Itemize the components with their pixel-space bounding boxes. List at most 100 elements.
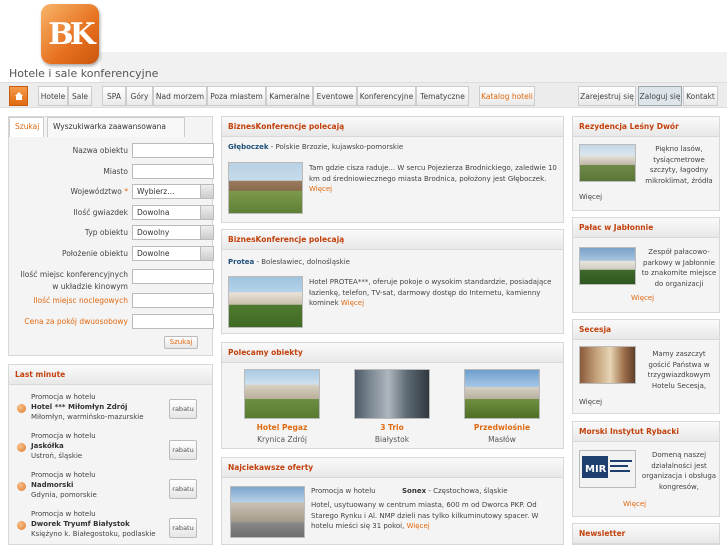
- hotel-photo[interactable]: [244, 369, 320, 419]
- box-title[interactable]: Pałac w Jabłonnie: [573, 218, 719, 238]
- featured-item[interactable]: 3 Trio Białystok: [354, 369, 430, 447]
- site-logo[interactable]: BK: [41, 4, 99, 64]
- hotel-photo[interactable]: [228, 276, 303, 328]
- featured-panel: Polecamy obiekty Hotel Pegaz Krynica Zdr…: [221, 342, 564, 449]
- box-text: Domeną naszej działalności jest organiza…: [641, 451, 717, 491]
- list-item[interactable]: Promocja w hotelu Jaskółka Ustroń, śląsk…: [9, 431, 214, 467]
- nav-kameralne[interactable]: Kameralne: [266, 86, 313, 106]
- hotel-photo[interactable]: [354, 369, 430, 419]
- city-input[interactable]: [132, 164, 214, 179]
- hotel-place: Miłomłyn, warmińsko-mazurskie: [31, 413, 144, 421]
- nav-hotele[interactable]: Hotele: [38, 86, 68, 106]
- list-item[interactable]: Promocja w hotelu Hotel *** Miłomłyn Zdr…: [9, 392, 214, 428]
- hotel-photo[interactable]: [464, 369, 540, 419]
- featured-item[interactable]: Hotel Pegaz Krynica Zdrój: [244, 369, 320, 447]
- nav-home[interactable]: [9, 86, 28, 106]
- discount-badge[interactable]: rabatu: [169, 440, 197, 460]
- box-text: Piękno lasów, tysiącmetrowe szczyty, łag…: [645, 145, 713, 185]
- more-link[interactable]: Więcej: [341, 299, 364, 307]
- nav-contact[interactable]: Kontakt: [683, 86, 718, 106]
- nav-poza-miastem[interactable]: Poza miastem: [207, 86, 266, 106]
- box-title[interactable]: Morski Instytut Rybacki: [573, 422, 719, 442]
- more-link[interactable]: Więcej: [579, 397, 602, 408]
- more-link[interactable]: Więcej: [631, 294, 654, 302]
- recommend-text: Tam gdzie cisza raduje... W sercu Pojezi…: [309, 164, 557, 193]
- row-stars: Ilość gwiazdek Dowolna: [9, 205, 219, 221]
- hotel-photo[interactable]: [230, 486, 305, 538]
- nav-nad-morzem[interactable]: Nad morzem: [153, 86, 207, 106]
- stars-value: Dowolna: [137, 208, 170, 217]
- nav-eventowe[interactable]: Eventowe: [313, 86, 357, 106]
- nav-gory[interactable]: Góry: [126, 86, 153, 106]
- more-link[interactable]: Więcej: [623, 500, 646, 508]
- tab-szukaj[interactable]: Szukaj: [9, 117, 44, 137]
- label-price: Cena za pokój dwuosobowy: [24, 317, 128, 326]
- conf-seats-input[interactable]: [132, 269, 214, 284]
- recommend-panel-1: BiznesKonferencje polecają Głęboczek - P…: [221, 116, 564, 223]
- label-type: Typ obiektu: [84, 228, 128, 237]
- label-province: Województwo *: [70, 187, 129, 196]
- hotel-photo[interactable]: [228, 162, 303, 214]
- nav-sale[interactable]: Sale: [68, 86, 92, 106]
- tab-advanced[interactable]: Wyszukiwarka zaawansowana: [47, 117, 185, 137]
- name-input[interactable]: [132, 143, 214, 158]
- discount-badge[interactable]: rabatu: [169, 399, 197, 419]
- list-item[interactable]: Promocja w hotelu Dworek Tryumf Białysto…: [9, 509, 214, 545]
- row-conf: Ilość miejsc konferencyjnych w układzie k…: [9, 266, 219, 291]
- discount-badge[interactable]: rabatu: [169, 479, 197, 499]
- offers-panel: Najciekawsze oferty Promocja w hotelu So…: [221, 457, 564, 545]
- hotel-name[interactable]: Nadmorski: [31, 480, 73, 491]
- row-type: Typ obiektu Dowolny: [9, 225, 219, 241]
- box-title[interactable]: Secesja: [573, 320, 719, 340]
- hotel-name[interactable]: Jaskółka: [31, 441, 64, 452]
- stars-select[interactable]: Dowolna: [132, 205, 214, 220]
- nav-tematyczne[interactable]: Tematyczne: [416, 86, 469, 106]
- type-select[interactable]: Dowolny: [132, 225, 214, 240]
- more-link[interactable]: Więcej: [407, 522, 430, 530]
- beds-input[interactable]: [132, 293, 214, 308]
- hotel-link[interactable]: Głęboczek: [228, 143, 269, 151]
- box-more: Więcej: [579, 499, 719, 510]
- header: BK Hotele i sale konferencyjne: [0, 0, 727, 82]
- label-beds: Ilość miejsc noclegowych: [33, 296, 128, 305]
- search-button[interactable]: Szukaj: [164, 336, 198, 349]
- location-select[interactable]: Dowolne: [132, 246, 214, 261]
- location-value: Dowolne: [137, 249, 170, 258]
- hotel-name[interactable]: Hotel *** Miłomłyn Zdrój: [31, 402, 127, 413]
- nav-register[interactable]: Zarejestruj się: [578, 86, 636, 106]
- row-name: Nazwa obiektu: [9, 143, 219, 159]
- newsletter-title[interactable]: Newsletter: [573, 524, 719, 544]
- price-input[interactable]: [132, 314, 214, 329]
- hotel-photo[interactable]: [579, 144, 636, 182]
- nav-katalog[interactable]: Katalog hoteli: [479, 86, 535, 106]
- nav-konferencyjne[interactable]: Konferencyjne: [357, 86, 416, 106]
- hotel-link[interactable]: Sonex: [402, 487, 426, 495]
- row-location: Położenie obiektu Dowolne: [9, 246, 219, 262]
- hotel-name[interactable]: 3 Trio: [354, 423, 430, 432]
- label-name: Nazwa obiektu: [72, 146, 128, 155]
- discount-badge[interactable]: rabatu: [169, 518, 197, 538]
- recommend-panel-2: BiznesKonferencje polecają Protea - Bole…: [221, 229, 564, 334]
- label-location: Położenie obiektu: [61, 249, 128, 258]
- nav-login[interactable]: Zaloguj się: [638, 86, 682, 106]
- hotel-name[interactable]: Hotel Pegaz: [244, 423, 320, 432]
- hotel-place: Ustroń, śląskie: [31, 452, 83, 460]
- more-link[interactable]: Więcej: [579, 192, 602, 203]
- hotel-name[interactable]: Przedwiośnie: [464, 423, 540, 432]
- hotel-photo[interactable]: [579, 346, 636, 384]
- list-item[interactable]: Promocja w hotelu Nadmorski Gdynia, pomo…: [9, 470, 214, 506]
- hotel-name[interactable]: Dworek Tryumf Białystok: [31, 519, 130, 530]
- nav-spa[interactable]: SPA: [102, 86, 126, 106]
- featured-title: Polecamy obiekty: [222, 343, 563, 363]
- recommend-title: BiznesKonferencje polecają: [222, 230, 563, 250]
- box-text: Mamy zaszczyt gościć Państwa w trzygwiaz…: [647, 350, 711, 390]
- province-select[interactable]: Wybierz...: [132, 184, 214, 199]
- hotel-link[interactable]: Protea: [228, 258, 254, 266]
- more-link[interactable]: Więcej: [309, 185, 332, 193]
- featured-item[interactable]: Przedwiośnie Masłów: [464, 369, 540, 447]
- header-band: [100, 52, 727, 82]
- box-title[interactable]: Rezydencja Leśny Dwór: [573, 117, 719, 137]
- institute-logo[interactable]: MIR: [579, 450, 636, 488]
- label-city: Miasto: [103, 167, 128, 176]
- hotel-photo[interactable]: [579, 247, 636, 285]
